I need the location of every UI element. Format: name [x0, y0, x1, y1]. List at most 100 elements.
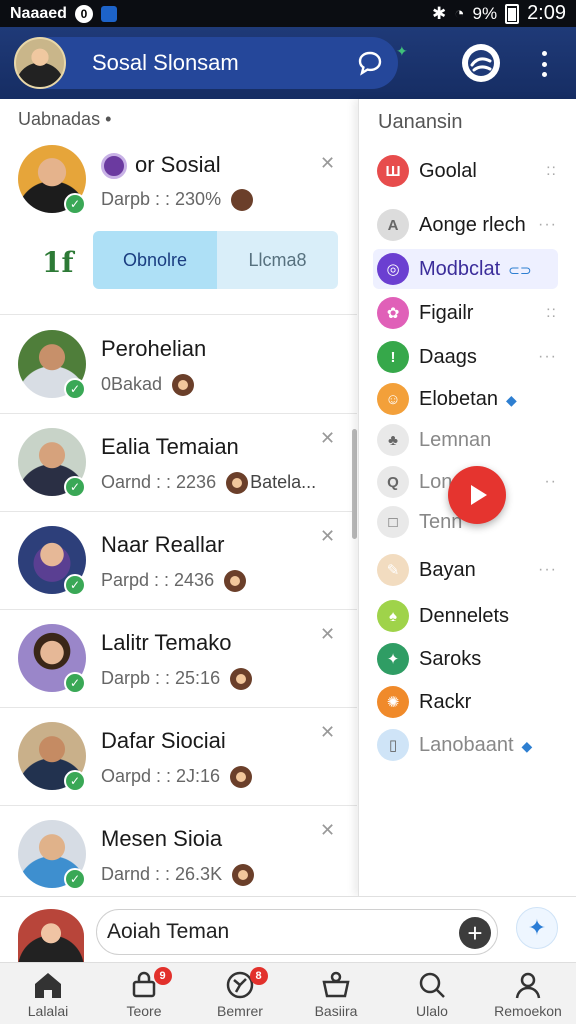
close-icon[interactable]: ✕	[320, 428, 335, 449]
list-item-first[interactable]: ✓ or Sosial Darpb : : 230% ✕ 1f Obnolre …	[0, 139, 357, 315]
drawer-item-label: Modbclat ⊂⊃	[419, 257, 532, 280]
more-icon[interactable]: ::	[546, 304, 557, 322]
drawer-item-dennelets[interactable]: ♠ Dennelets	[359, 596, 576, 636]
emoji-icon	[226, 472, 249, 495]
scrollbar[interactable]	[352, 429, 357, 539]
item-name: Naar Reallar	[101, 532, 225, 557]
composer-text: Aoiah Teman	[107, 920, 230, 943]
tab-lalalai[interactable]: Lalalai	[0, 963, 96, 1024]
drawer-item-icon: ♣	[377, 424, 409, 456]
composer-bar: Aoiah Teman + ✦	[0, 896, 576, 963]
search-icon	[415, 969, 449, 1001]
profile-avatar[interactable]	[14, 37, 66, 89]
emoji-icon	[230, 668, 253, 691]
more-vert-icon[interactable]	[533, 47, 555, 81]
drawer-item-elobetan[interactable]: ☺ Elobetan ◆	[359, 379, 576, 419]
drawer-item-label: Figailr	[419, 301, 474, 324]
drawer-item-daags[interactable]: ! Daags ···	[359, 337, 576, 377]
drawer-item-goolal[interactable]: Ш Goolal::	[359, 151, 576, 191]
drawer-item-label: Saroks	[419, 647, 482, 670]
tab-label: Teore	[126, 1003, 162, 1019]
status-bar: Naaaed 0 ✱ ◔ 9% 2:09	[0, 0, 576, 27]
composer-avatar[interactable]	[18, 909, 84, 963]
drawer-item-rackr[interactable]: ✺ Rackr	[359, 682, 576, 722]
tab-basiira[interactable]: Basiira	[288, 963, 384, 1024]
list-item[interactable]: ✓ Ealia Temaian Oarnd : : 2236 Batela... ✕	[0, 414, 357, 512]
drawer-item-saroks[interactable]: ✦ Saroks	[359, 639, 576, 679]
more-icon[interactable]: ··	[544, 473, 557, 491]
drawer-item-label: Lanobaant ◆	[419, 733, 533, 756]
drawer-item-figailr[interactable]: ✿ Figailr::	[359, 293, 576, 333]
indicator-icon: ◆	[521, 737, 533, 754]
wifi-icon: ◔	[454, 3, 465, 23]
tab-label: Ulalo	[416, 1003, 448, 1019]
home-icon	[31, 969, 65, 1001]
list-item[interactable]: ✓ Naar Reallar Parpd : : 2436 ✕	[0, 512, 357, 610]
tab-bemrer[interactable]: Bemrer 8	[192, 963, 288, 1024]
item-name: or Sosial	[101, 152, 221, 180]
add-friend-input[interactable]: Aoiah Teman +	[96, 909, 498, 955]
item-name: Dafar Siociai	[101, 728, 226, 753]
item-sub: Darpb : : 230%	[101, 189, 254, 212]
drawer-title: Uanansin	[378, 111, 463, 133]
friend-suggestions-list: Uabnadas • ✓ or Sosial Darpb : : 230% ✕ …	[0, 99, 357, 896]
drawer-item-lemnan[interactable]: ♣ Lemnan	[359, 420, 576, 460]
emoji-icon	[230, 766, 253, 789]
more-icon[interactable]: ::	[546, 162, 557, 180]
drawer-item-label: Bayan	[419, 558, 476, 581]
tab-remoekon[interactable]: Remoekon	[480, 963, 576, 1024]
primary-action-button[interactable]: Obnolre	[93, 231, 217, 289]
tab-ulalo[interactable]: Ulalo	[384, 963, 480, 1024]
list-item[interactable]: ✓ Perohelian 0Bakad	[0, 316, 357, 414]
more-icon[interactable]: ···	[538, 561, 557, 579]
sparkle-icon[interactable]: ✦	[516, 907, 558, 949]
plus-icon[interactable]: +	[459, 917, 491, 949]
drawer-item-label: Goolal	[419, 159, 477, 182]
close-icon[interactable]: ✕	[320, 526, 335, 547]
chat-bubble-icon[interactable]	[356, 49, 384, 77]
list-item[interactable]: ✓ Mesen Sioia Darnd : : 26.3K ✕	[0, 806, 357, 896]
item-sub: 0Bakad	[101, 374, 195, 397]
star-icon: ✦	[396, 43, 408, 59]
swirl-icon	[468, 50, 494, 76]
drawer-item-bayan[interactable]: ✎ Bayan ···	[359, 550, 576, 590]
play-button[interactable]	[448, 466, 506, 524]
drawer-item-label: Lemnan	[419, 428, 492, 451]
close-icon[interactable]: ✕	[320, 624, 335, 645]
close-icon[interactable]: ✕	[320, 820, 335, 841]
drawer-item-lanobaant[interactable]: ▯ Lanobaant ◆	[359, 725, 576, 765]
drawer-item-modbclat[interactable]: ◎ Modbclat ⊂⊃	[373, 249, 558, 289]
close-icon[interactable]: ✕	[320, 153, 335, 174]
indicator-icon: ◆	[505, 391, 517, 408]
app-title: Sosal Slonsam	[92, 50, 239, 75]
tab-label: Bemrer	[217, 1003, 263, 1019]
close-icon[interactable]: ✕	[320, 722, 335, 743]
drawer-item-label: Aonge rlech	[419, 213, 526, 236]
notification-icon: 0	[74, 4, 93, 23]
bluetooth-icon: ✱	[431, 3, 447, 23]
drawer-item-icon: !	[377, 341, 409, 373]
emoji-icon	[172, 374, 195, 397]
drawer-item-icon: ✦	[377, 643, 409, 675]
drawer-item-icon: ✿	[377, 297, 409, 329]
item-extra: Batela...	[250, 472, 317, 492]
list-item[interactable]: ✓ Dafar Siociai Oarpd : : 2J:16 ✕	[0, 708, 357, 806]
emoji-icon	[231, 189, 254, 212]
item-name: Lalitr Temako	[101, 630, 232, 655]
drawer-item-aonge-rlech[interactable]: A Aonge rlech ···	[359, 205, 576, 245]
profile-search-pill[interactable]: Sosal Slonsam	[14, 37, 398, 89]
list-item[interactable]: ✓ Lalitr Temako Darpb : : 25:16 ✕	[0, 610, 357, 708]
drawer-item-icon: A	[377, 209, 409, 241]
notification-badge: 8	[249, 967, 268, 985]
indicator-icon: ⊂⊃	[508, 261, 532, 278]
more-icon[interactable]: ···	[538, 216, 557, 234]
tab-teore[interactable]: Teore 9	[96, 963, 192, 1024]
more-icon[interactable]: ···	[538, 348, 557, 366]
drawer-item-label: Dennelets	[419, 604, 510, 627]
item-sub: Darnd : : 26.3K	[101, 864, 255, 887]
secondary-action-button[interactable]: Llcma8	[217, 231, 338, 289]
drawer-item-label: Daags	[419, 345, 477, 368]
section-label: Uabnadas •	[18, 109, 112, 129]
emoji-icon	[232, 864, 255, 887]
logo-icon[interactable]	[462, 44, 500, 82]
